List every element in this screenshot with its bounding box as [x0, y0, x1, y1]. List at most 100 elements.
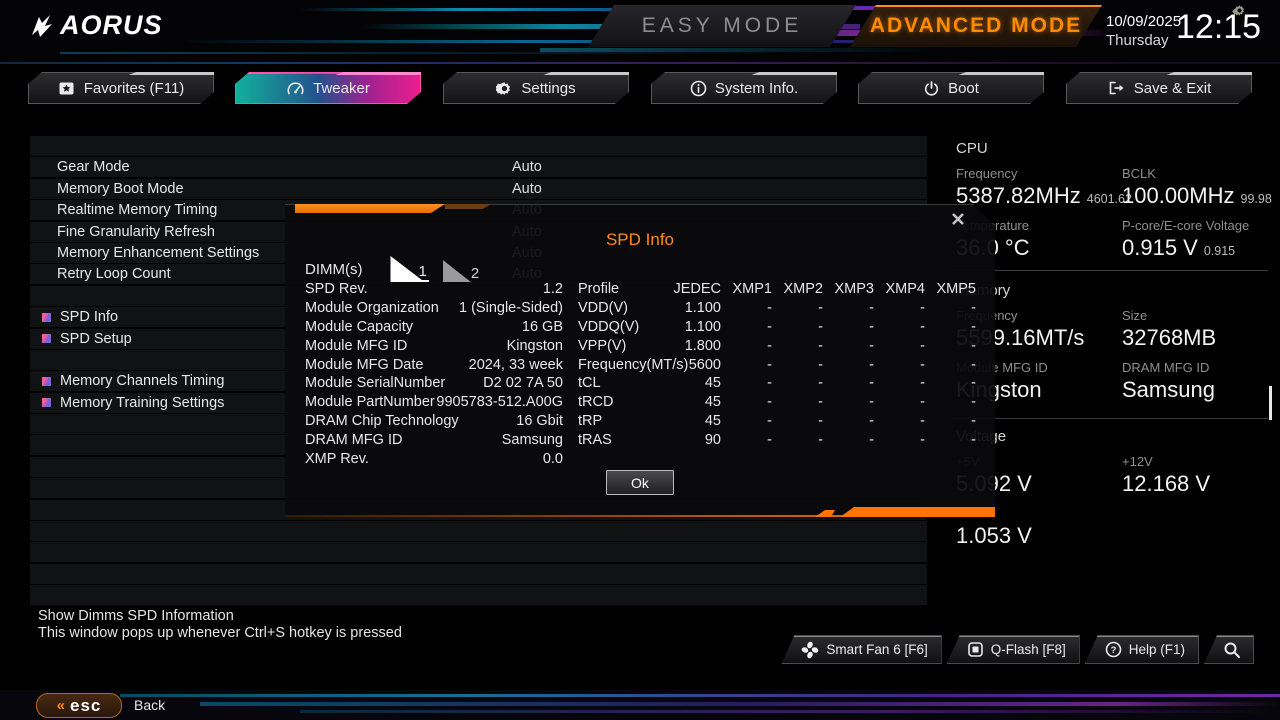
profile-cell: VDDQ(V) [578, 319, 670, 338]
tab-system-info[interactable]: System Info. [651, 72, 837, 104]
back-label: Back [134, 697, 165, 713]
tab-save-exit[interactable]: Save & Exit [1066, 72, 1252, 104]
profile-row: VDD(V)1.100----- [578, 300, 976, 319]
advanced-mode-button[interactable]: ADVANCED MODE [850, 5, 1102, 47]
tab-favorites-f11[interactable]: Favorites (F11) [28, 72, 214, 104]
profile-header-cell: Profile [578, 281, 670, 300]
qflash-icon [967, 641, 984, 658]
ok-label: Ok [631, 475, 649, 491]
tab-edge-highlight [958, 72, 1044, 75]
tab-settings[interactable]: Settings [443, 72, 629, 104]
sidebar-section-title: Voltage [956, 428, 1268, 445]
tab-boot[interactable]: Boot [858, 72, 1044, 104]
sidebar-cell: Frequency5387.82MHz4601.62 [956, 166, 1122, 209]
profile-cell: tCL [578, 375, 670, 394]
sidebar-metric-value: 32768MB [1122, 325, 1268, 351]
sidebar-metric-subvalue: 0.915 [1204, 244, 1235, 258]
profile-row: tRCD45----- [578, 394, 976, 413]
dimm-2-triangle-icon[interactable] [443, 260, 471, 282]
settings-row-gear-mode[interactable]: Gear ModeAuto [30, 157, 927, 177]
sidebar-section-voltage: Voltage+5V5.092 V+12V12.168 V1.053 V [956, 428, 1268, 549]
sidebar-row: Frequency5387.82MHz4601.62BCLK100.00MHz9… [956, 166, 1268, 209]
settings-row-memory-boot-mode[interactable]: Memory Boot ModeAuto [30, 179, 927, 199]
sidebar-cell: +12V12.168 V [1122, 454, 1268, 497]
quick-button-bar: Smart Fan 6 [F6]Q-Flash [F8]?Help (F1) [781, 635, 1254, 664]
tab-edge-highlight [751, 72, 837, 75]
spd-info-row: Module PartNumber9905783-512.A00G [305, 394, 563, 413]
profile-row: tRAS90----- [578, 432, 976, 451]
sidebar-metric-value: 5387.82MHz4601.62 [956, 183, 1122, 209]
easy-mode-label: EASY MODE [642, 14, 802, 38]
quick-button-smart-fan-6-f6[interactable]: Smart Fan 6 [F6] [781, 635, 941, 664]
profile-cell: - [823, 319, 874, 338]
sidebar-metric-value: 100.00MHz99.98 [1122, 183, 1272, 209]
profile-cell: 45 [670, 413, 721, 432]
tab-label: System Info. [715, 80, 798, 97]
aorus-logo: AORUS [26, 10, 163, 41]
quick-button-help-f1[interactable]: ?Help (F1) [1085, 635, 1199, 664]
profile-cell: tRAS [578, 432, 670, 451]
profile-cell: - [823, 357, 874, 376]
profile-cell: - [721, 357, 772, 376]
date-label: 10/09/2025 [1106, 13, 1181, 32]
profile-cell: - [721, 319, 772, 338]
sidebar-section-title: CPU [956, 140, 1268, 157]
profile-header-cell: XMP2 [772, 281, 823, 300]
gear-icon[interactable] [1232, 3, 1247, 18]
profile-header-row: ProfileJEDECXMP1XMP2XMP3XMP4XMP5 [578, 281, 976, 300]
scrollbar-thumb[interactable] [1269, 386, 1272, 420]
esc-back-button[interactable]: « esc [36, 693, 122, 718]
gear-icon [496, 80, 513, 97]
quick-button-q-flash-f8[interactable]: Q-Flash [F8] [947, 635, 1080, 664]
profile-header-cell: XMP4 [874, 281, 925, 300]
profile-cell: 1.100 [670, 319, 721, 338]
setting-label: Gear Mode [57, 159, 130, 175]
quick-button-label: Help (F1) [1129, 642, 1185, 657]
sidebar-metric-label: Size [1122, 308, 1268, 325]
dialog-accent [295, 204, 445, 213]
search-button[interactable] [1204, 635, 1254, 664]
dialog-border [285, 204, 287, 517]
spd-info-row: DRAM MFG IDSamsung [305, 432, 563, 451]
profile-cell: - [772, 375, 823, 394]
sidebar-row: Frequency5599.16MT/sSize32768MB [956, 308, 1268, 351]
tab-edge-highlight [128, 72, 214, 75]
profile-cell: - [772, 432, 823, 451]
close-icon[interactable] [951, 212, 965, 226]
help-panel: Show Dimms SPD Information This window p… [38, 608, 402, 641]
spd-info-label: XMP Rev. [305, 451, 369, 470]
profile-cell: 5600 [670, 357, 721, 376]
profile-cell: 1.100 [670, 300, 721, 319]
sidebar-metric-label: Frequency [956, 166, 1122, 183]
decor-streak [300, 710, 1280, 713]
easy-mode-button[interactable]: EASY MODE [588, 5, 856, 47]
submenu-bullet-icon [42, 313, 51, 322]
spd-info-value: D2 02 7A 50 [483, 375, 563, 394]
sidebar-row: +5V5.092 V+12V12.168 V [956, 454, 1268, 497]
power-icon [923, 80, 940, 97]
dimm-2-number[interactable]: 2 [469, 265, 481, 282]
settings-row-empty [30, 521, 927, 541]
sidebar-row: Temperature36.0 °CP-core/E-core Voltage0… [956, 218, 1268, 261]
setting-label: Memory Enhancement Settings [57, 245, 259, 261]
profile-cell: - [772, 394, 823, 413]
profile-cell: VDD(V) [578, 300, 670, 319]
submenu-label: SPD Setup [60, 331, 132, 347]
submenu-bullet-icon [42, 398, 51, 407]
profile-cell: - [721, 394, 772, 413]
profile-cell: - [874, 300, 925, 319]
settings-row-empty [30, 542, 927, 562]
spd-info-row: Module Capacity16 GB [305, 319, 563, 338]
ok-button[interactable]: Ok [606, 470, 674, 495]
profile-cell: tRP [578, 413, 670, 432]
tab-edge-highlight [1166, 72, 1252, 75]
tab-tweaker[interactable]: Tweaker [235, 72, 421, 104]
sidebar-metric-value: Samsung [1122, 377, 1268, 403]
profile-cell: - [721, 432, 772, 451]
spd-info-value: 16 Gbit [516, 413, 563, 432]
profile-cell: - [874, 357, 925, 376]
sidebar-metric-label: +12V [1122, 454, 1268, 471]
dialog-accent [445, 204, 491, 209]
setting-label: Realtime Memory Timing [57, 202, 217, 218]
spd-info-row: Module SerialNumberD2 02 7A 50 [305, 375, 563, 394]
